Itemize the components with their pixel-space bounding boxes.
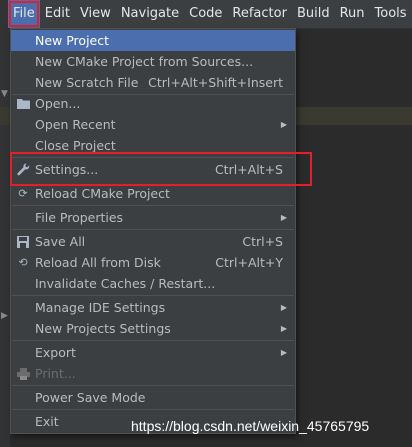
menu-separator [12,340,294,341]
expand-arrow-icon[interactable]: ▶ [1,311,8,321]
menu-item-print: Print... [11,363,295,384]
menu-separator [12,205,294,206]
menu-item-reload-cmake[interactable]: ⟳ Reload CMake Project [11,183,295,204]
submenu-arrow-icon: ▶ [280,348,287,357]
menu-item-file-properties[interactable]: File Properties ▶ [11,207,295,228]
menu-item-label: New Projects Settings [35,321,171,336]
menu-item-invalidate-caches[interactable]: Invalidate Caches / Restart... [11,273,295,294]
menu-item-label: Reload CMake Project [35,186,170,201]
menu-item-shortcut: Ctrl+Alt+Y [215,255,283,270]
menu-item-open[interactable]: Open... [11,93,295,114]
menu-item-power-save-mode[interactable]: Power Save Mode [11,387,295,408]
menu-item-shortcut: Ctrl+S [242,234,283,249]
menu-separator [12,409,294,410]
file-menu-dropdown: New Project New CMake Project from Sourc… [10,28,296,434]
menu-item-label: Invalidate Caches / Restart... [35,276,216,291]
menu-item-open-recent[interactable]: Open Recent ▶ [11,114,295,135]
menu-item-new-scratch-file[interactable]: New Scratch File Ctrl+Alt+Shift+Insert [11,72,295,93]
menu-item-label: New CMake Project from Sources... [35,54,254,69]
menu-item-label: New Project [35,33,110,48]
menu-item-label: Manage IDE Settings [35,300,166,315]
menu-separator [12,385,294,386]
collapse-arrow-icon[interactable]: ▼ [1,89,8,99]
menu-item-new-projects-settings[interactable]: New Projects Settings ▶ [11,318,295,339]
menu-navigate[interactable]: Navigate [116,0,184,28]
submenu-arrow-icon: ▶ [280,303,287,312]
menu-item-label: Open... [35,96,81,111]
menu-item-label: Print... [35,366,76,381]
annotation-highlight-box [10,152,312,186]
menu-item-label: Power Save Mode [35,390,146,405]
menu-refactor[interactable]: Refactor [227,0,292,28]
folder-icon [11,93,35,114]
submenu-arrow-icon: ▶ [280,120,287,129]
watermark-text: https://blog.csdn.net/weixin_45765795 [131,418,370,434]
menu-separator [12,295,294,296]
menu-build[interactable]: Build [292,0,335,28]
menu-edit[interactable]: Edit [40,0,75,28]
app-edge-strip [0,0,8,28]
submenu-arrow-icon: ▶ [280,213,287,222]
menu-item-manage-ide-settings[interactable]: Manage IDE Settings ▶ [11,297,295,318]
menu-separator [12,229,294,230]
menu-item-label: New Scratch File [35,75,139,90]
menu-item-new-cmake-project[interactable]: New CMake Project from Sources... [11,51,295,72]
submenu-arrow-icon: ▶ [280,324,287,333]
menu-item-shortcut: Ctrl+Alt+Shift+Insert [148,75,283,90]
menu-item-label: Save All [35,234,86,249]
menu-tools[interactable]: Tools [370,0,412,28]
reload-icon: ⟳ [18,187,28,200]
sync-icon: ⟲ [18,256,28,269]
menu-item-label: Open Recent [35,117,116,132]
menu-item-label: Reload All from Disk [35,255,161,270]
menu-item-new-project[interactable]: New Project [11,30,295,51]
menu-item-save-all[interactable]: Save All Ctrl+S [11,231,295,252]
menu-item-label: Export [35,345,76,360]
menu-view[interactable]: View [75,0,116,28]
menu-item-reload-all[interactable]: ⟲ Reload All from Disk Ctrl+Alt+Y [11,252,295,273]
menu-code[interactable]: Code [184,0,227,28]
menu-file[interactable]: File [8,0,40,28]
menu-bar: File Edit View Navigate Code Refactor Bu… [0,0,412,29]
menu-item-label: File Properties [35,210,124,225]
save-icon [11,231,35,252]
menu-item-export[interactable]: Export ▶ [11,342,295,363]
printer-icon [11,363,35,384]
menu-item-label: Close Project [35,138,116,153]
menu-run[interactable]: Run [335,0,370,28]
